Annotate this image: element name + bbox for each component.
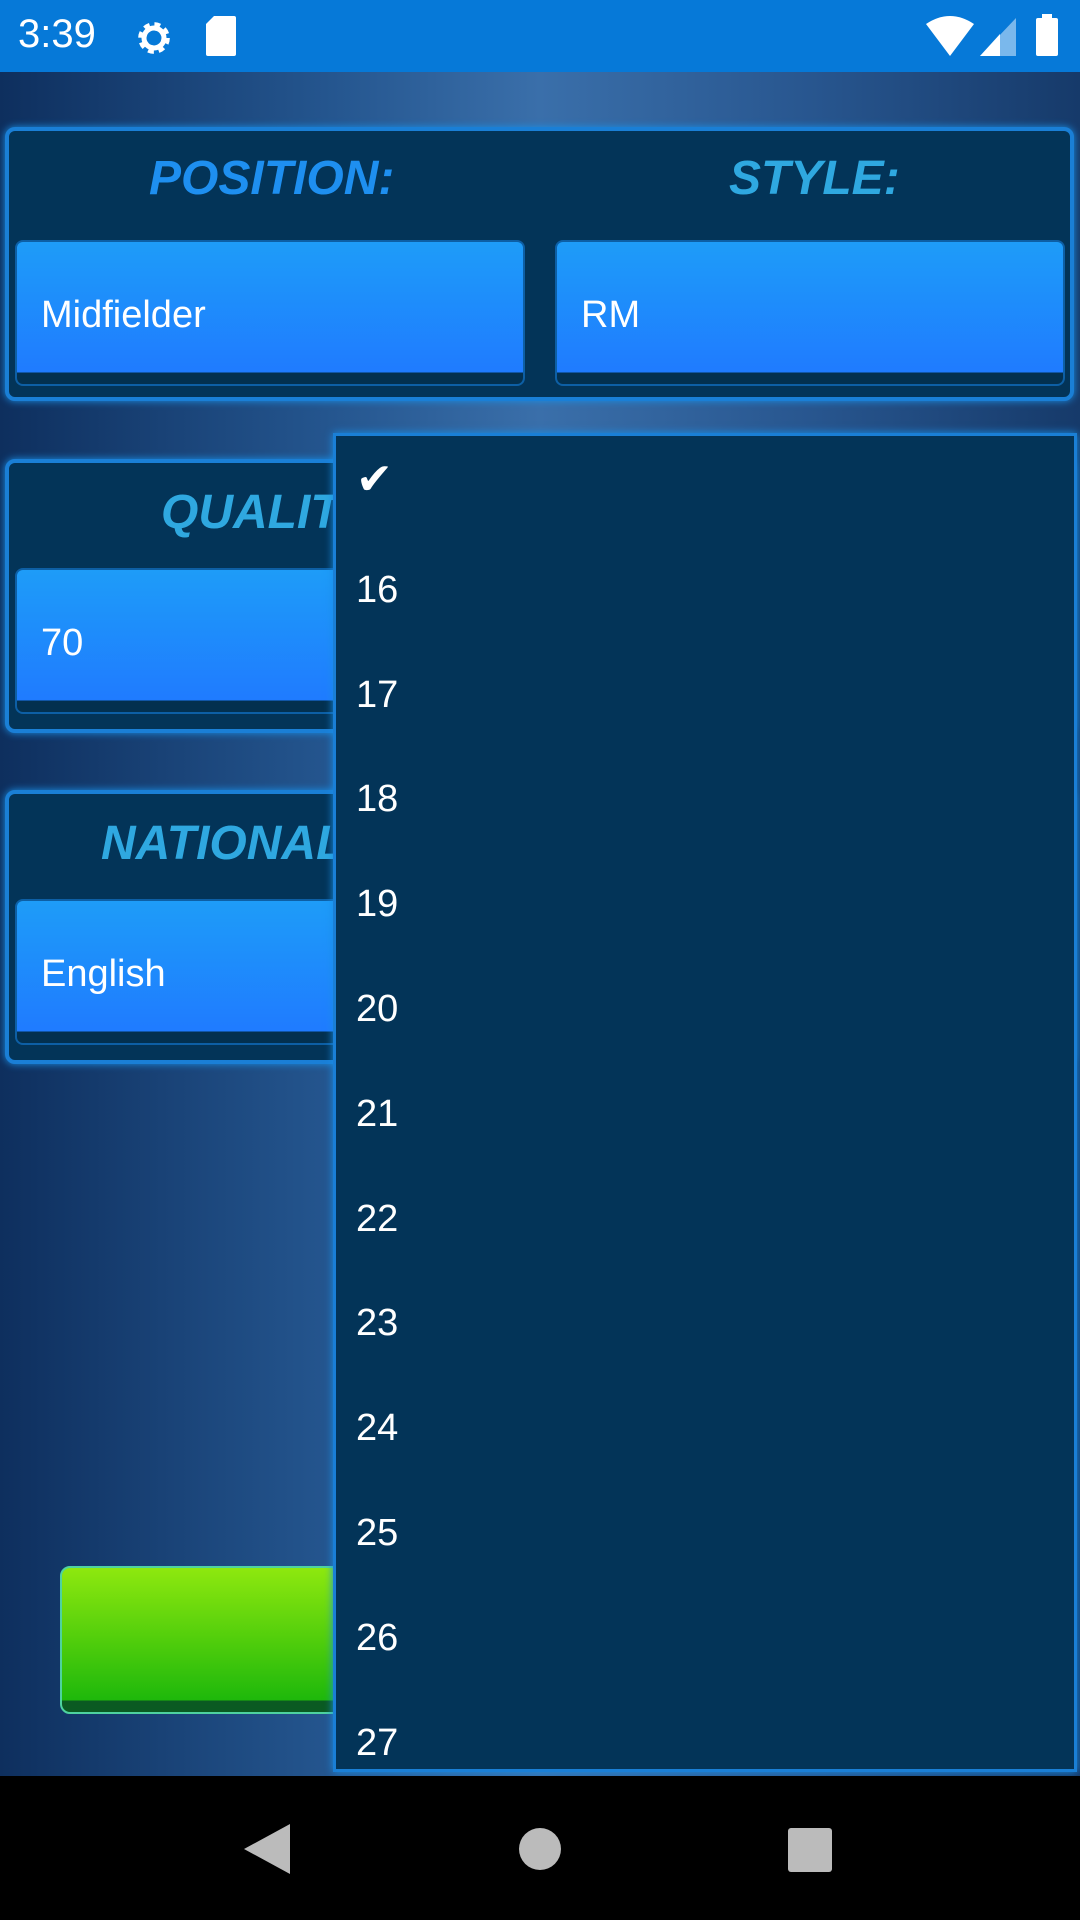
position-dropdown[interactable]: Midfielder xyxy=(15,240,525,386)
list-item[interactable]: 16 xyxy=(336,541,1074,646)
list-item[interactable]: 22 xyxy=(336,1170,1074,1275)
quality-label: QUALIT xyxy=(161,486,340,539)
home-icon[interactable] xyxy=(518,1827,562,1871)
position-label: POSITION: xyxy=(149,152,395,205)
signal-icon xyxy=(980,18,1016,56)
position-style-panel: POSITION: STYLE: Midfielder RM xyxy=(5,127,1074,401)
status-bar: 3:39 xyxy=(0,0,1080,72)
list-item[interactable]: 24 xyxy=(336,1379,1074,1484)
list-item[interactable]: 26 xyxy=(336,1589,1074,1694)
style-dropdown[interactable]: RM xyxy=(555,240,1065,386)
list-item[interactable]: 23 xyxy=(336,1274,1074,1379)
list-item[interactable]: 27 xyxy=(336,1694,1074,1769)
list-item[interactable]: 19 xyxy=(336,855,1074,960)
clock: 3:39 xyxy=(18,12,96,56)
list-item[interactable]: 17 xyxy=(336,646,1074,751)
submit-button[interactable] xyxy=(60,1566,360,1714)
list-item[interactable]: 21 xyxy=(336,1065,1074,1170)
list-item[interactable]: 25 xyxy=(336,1484,1074,1589)
battery-icon xyxy=(1036,14,1058,56)
settings-icon xyxy=(138,22,170,54)
back-icon[interactable] xyxy=(244,1824,290,1874)
sd-card-icon xyxy=(206,16,236,56)
list-item[interactable]: 20 xyxy=(336,960,1074,1065)
nationality-label: NATIONAL xyxy=(101,817,346,870)
list-item[interactable]: 18 xyxy=(336,750,1074,855)
dropdown-list[interactable]: ✔ 16 17 18 19 20 21 22 23 24 25 26 27 xyxy=(333,433,1077,1772)
recents-icon[interactable] xyxy=(788,1828,832,1872)
style-label: STYLE: xyxy=(729,152,900,205)
wifi-icon xyxy=(926,16,974,56)
navigation-bar xyxy=(0,1776,1080,1920)
check-icon[interactable]: ✔ xyxy=(336,436,1074,541)
